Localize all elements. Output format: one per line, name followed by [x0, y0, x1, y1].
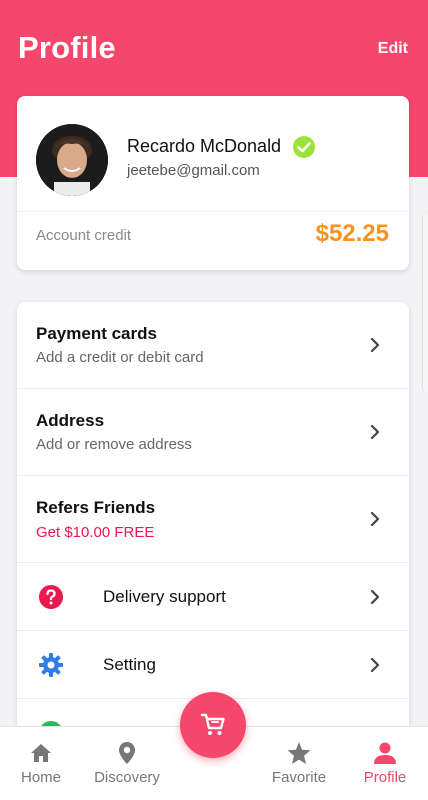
menu-item-label: Delivery support: [103, 587, 226, 606]
home-icon: [31, 744, 51, 762]
menu-item-subtitle: Add or remove address: [36, 436, 192, 453]
menu-item-label: Setting: [103, 655, 156, 674]
cart-icon: [200, 713, 225, 735]
menu-item-title: Payment cards: [36, 324, 157, 343]
page-title: Profile: [18, 30, 116, 65]
menu-item-subtitle: Add a credit or debit card: [36, 349, 204, 366]
account-credit-label: Account credit: [36, 227, 132, 244]
chevron-right-icon: [370, 424, 380, 440]
person-icon: [374, 742, 396, 764]
question-circle-icon: [39, 585, 63, 609]
chevron-right-icon: [370, 511, 380, 527]
menu-item-address[interactable]: Address Add or remove address: [17, 389, 409, 476]
menu-item-title: Refers Friends: [36, 498, 156, 517]
nav-favorite[interactable]: Favorite: [258, 727, 340, 800]
nav-label: Discovery: [94, 769, 160, 786]
profile-card: Recardo McDonald jeetebe@gmail.com Accou…: [17, 96, 409, 270]
nav-home[interactable]: Home: [0, 727, 82, 800]
refer-reward-text: Get $10.00 FREE: [36, 524, 155, 541]
nav-discovery[interactable]: Discovery: [82, 727, 172, 800]
menu-item-setting[interactable]: Setting: [17, 631, 409, 699]
cart-button[interactable]: [180, 692, 246, 758]
nav-label: Profile: [363, 769, 407, 786]
avatar[interactable]: [36, 124, 108, 196]
verified-icon: [293, 136, 315, 158]
menu-item-title: Address: [36, 411, 105, 430]
location-pin-icon: [119, 742, 135, 764]
account-credit-value: $52.25: [315, 220, 389, 247]
nav-profile[interactable]: Profile: [344, 727, 426, 800]
menu-item-delivery-support[interactable]: Delivery support: [17, 563, 409, 631]
edit-button[interactable]: Edit: [378, 40, 408, 58]
gear-icon: [39, 653, 63, 677]
nav-label: Favorite: [271, 769, 327, 786]
chevron-right-icon: [370, 657, 380, 673]
user-name: Recardo McDonald: [127, 136, 282, 156]
divider: [17, 211, 409, 212]
menu-item-payment-cards[interactable]: Payment cards Add a credit or debit card: [17, 302, 409, 389]
menu-item-refer-friends[interactable]: Refers Friends Get $10.00 FREE: [17, 476, 409, 563]
star-icon: [287, 742, 311, 764]
side-drawer-handle[interactable]: [422, 213, 428, 393]
nav-label: Home: [20, 769, 61, 786]
user-email: jeetebe@gmail.com: [127, 162, 260, 179]
chevron-right-icon: [370, 337, 380, 353]
chevron-right-icon: [370, 589, 380, 605]
